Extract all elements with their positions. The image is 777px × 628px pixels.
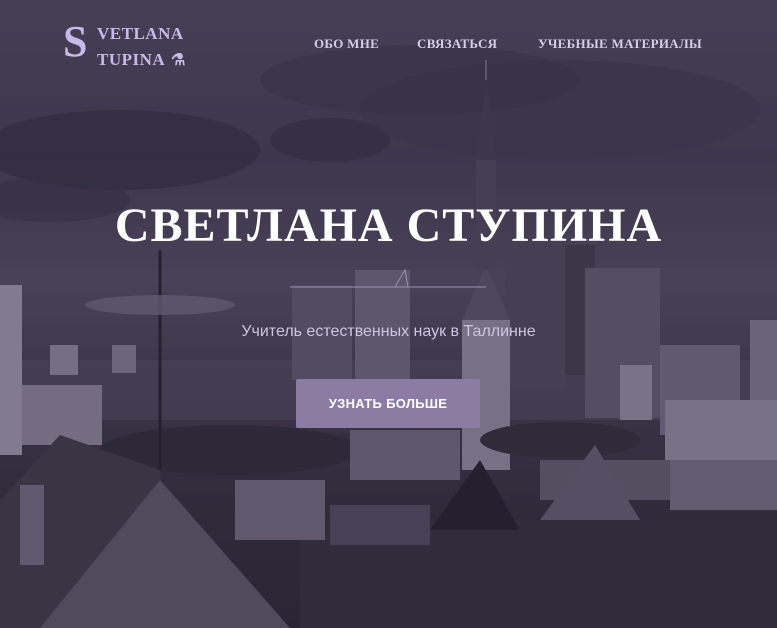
- hero-overlay: [0, 0, 777, 628]
- flask-icon: ⚗: [171, 52, 186, 69]
- hero-title: СВЕТЛАНА СТУПИНА: [114, 199, 663, 252]
- nav-item-materials[interactable]: УЧЕБНЫЕ МАТЕРИАЛЫ: [538, 36, 702, 52]
- hero-subtitle: Учитель естественных наук в Таллинне: [241, 323, 536, 340]
- logo-initial: S: [63, 17, 88, 66]
- nav-item-about[interactable]: ОБО МНЕ: [314, 36, 379, 52]
- learn-more-button[interactable]: УЗНАТЬ БОЛЬШЕ: [296, 379, 480, 428]
- logo-line-2: TUPINA: [97, 50, 166, 69]
- nav-item-contact[interactable]: СВЯЗАТЬСЯ: [417, 36, 497, 52]
- logo-line-1: VETLANA: [97, 24, 184, 43]
- hero-background: [0, 0, 777, 628]
